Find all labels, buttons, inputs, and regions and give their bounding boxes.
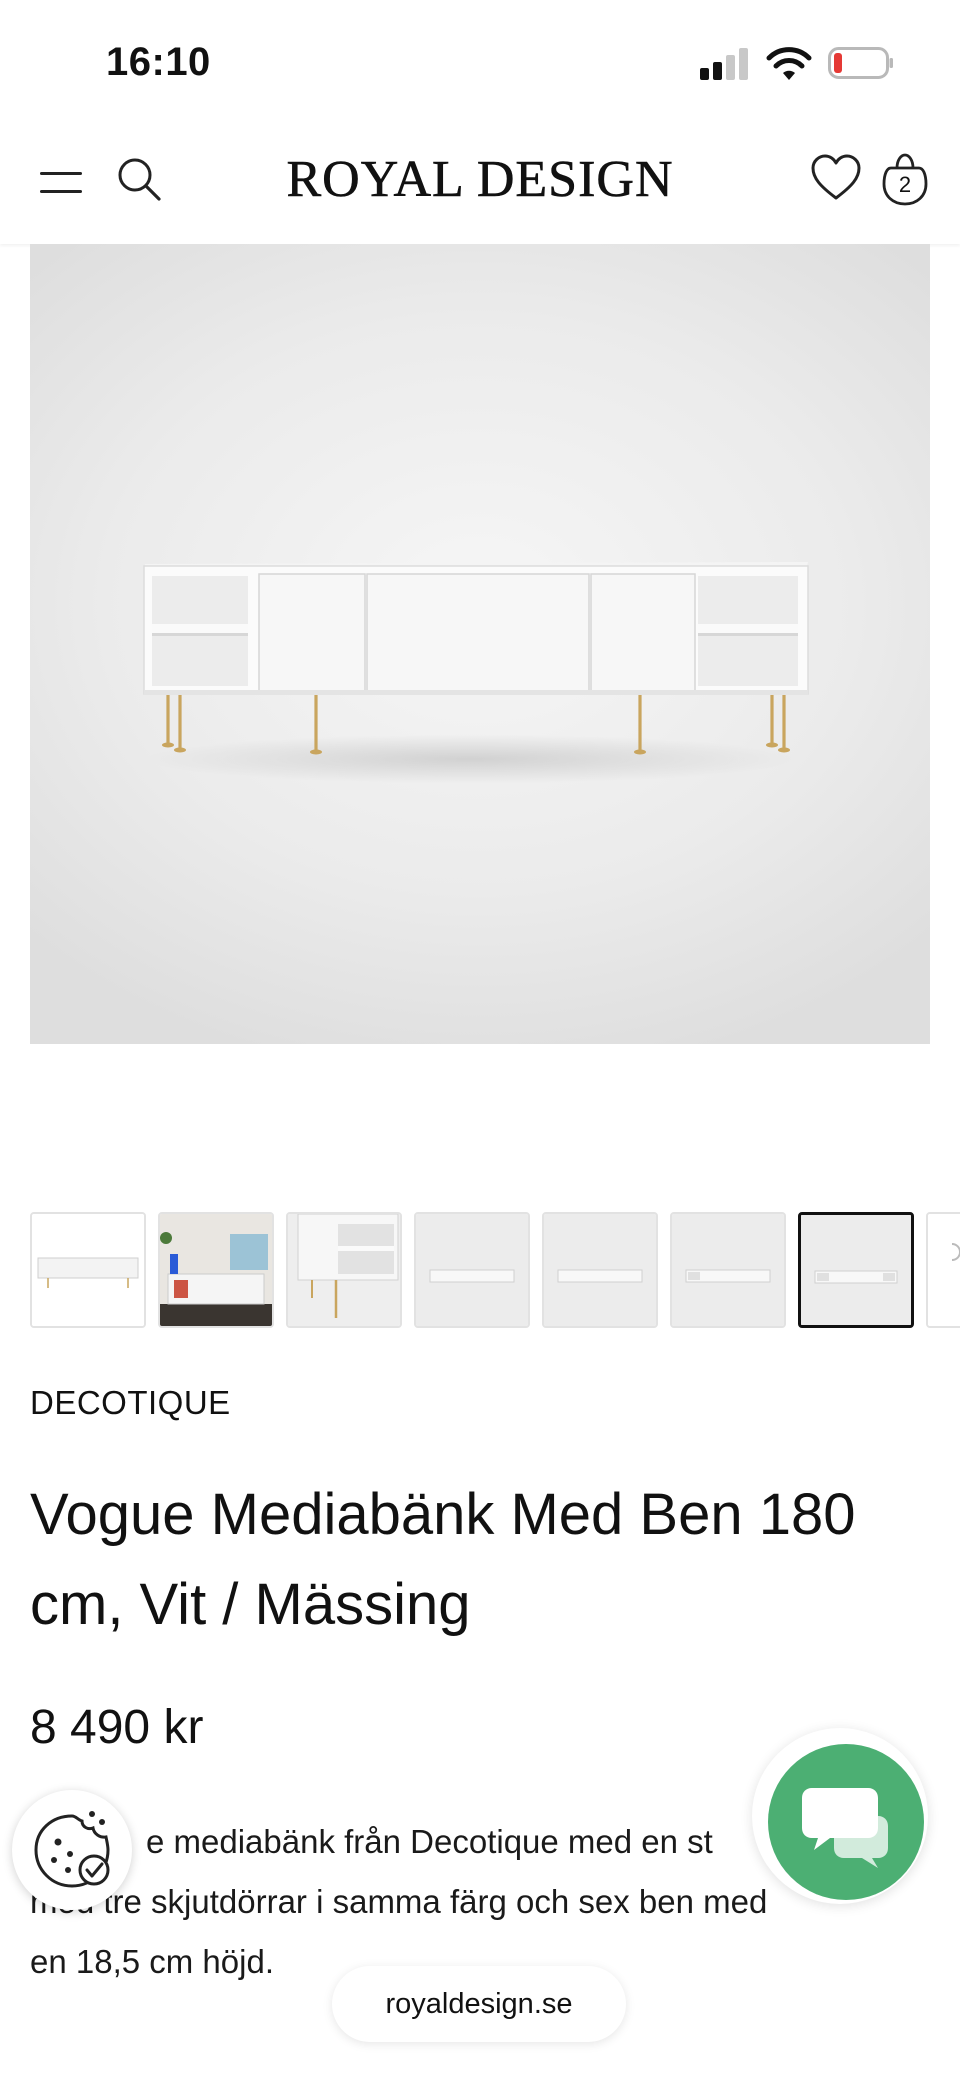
thumbnail-6[interactable] xyxy=(670,1212,786,1328)
thumbnail-7[interactable] xyxy=(798,1212,914,1328)
wifi-icon xyxy=(766,47,812,80)
product-main-image[interactable] xyxy=(30,244,930,1044)
status-bar: 16:10 xyxy=(0,0,960,120)
signal-icon xyxy=(700,46,752,80)
cookie-settings-button[interactable] xyxy=(12,1790,132,1910)
thumbnail-5[interactable] xyxy=(542,1212,658,1328)
product-title: Vogue Mediabänk Med Ben 180 cm, Vit / Mä… xyxy=(30,1482,856,1637)
cart-count: 2 xyxy=(898,172,912,197)
status-time: 16:10 xyxy=(106,40,211,84)
thumbnail-8[interactable] xyxy=(926,1212,960,1328)
thumbnail-2[interactable] xyxy=(158,1212,274,1328)
browser-url-bar[interactable]: royaldesign.se xyxy=(332,1966,626,2042)
site-header: ROYAL DESIGN 2 xyxy=(0,120,960,244)
cookie-icon xyxy=(34,1811,110,1888)
thumbnail-1[interactable] xyxy=(30,1212,146,1328)
thumbnail-3[interactable] xyxy=(286,1212,402,1328)
thumbnail-4[interactable] xyxy=(414,1212,530,1328)
product-brand[interactable]: DECOTIQUE xyxy=(30,1384,231,1422)
chat-button[interactable] xyxy=(768,1744,924,1900)
heart-icon[interactable] xyxy=(810,154,862,202)
product-price: 8 490 kr xyxy=(30,1701,204,1754)
media-bench-illustration xyxy=(143,562,809,755)
battery-icon xyxy=(828,47,893,79)
chat-icon xyxy=(802,1788,888,1868)
thumbnail-strip[interactable] xyxy=(30,1212,960,1328)
